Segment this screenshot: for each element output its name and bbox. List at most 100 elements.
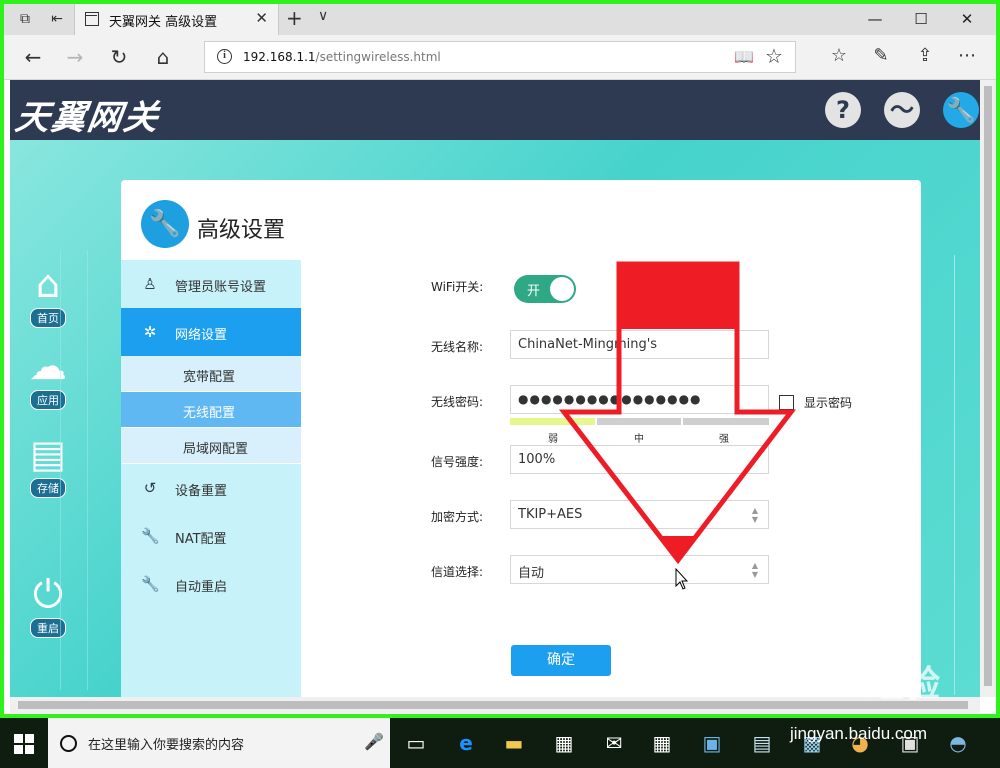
tab-actions-icon[interactable]: ⧉ — [16, 10, 34, 28]
strength-weak-segment — [510, 418, 595, 425]
watermark-logo: Baidu经验 — [768, 663, 941, 704]
taskbar-search[interactable]: 在这里输入你要搜索的内容 🎤 — [48, 718, 390, 768]
scrollbar-thumb[interactable] — [984, 86, 992, 686]
task-view-icon[interactable]: ▭ — [402, 730, 430, 756]
header-banner: 天翼网关 ? 〜 🔧 — [10, 80, 980, 140]
watermark-site: jingyan.baidu.com — [790, 724, 928, 743]
favorite-star-icon[interactable]: ☆ — [765, 44, 783, 68]
ssid-label: 无线名称: — [431, 340, 484, 354]
calculator-icon[interactable]: ▦ — [648, 730, 676, 756]
submenu-item-broadband[interactable]: 宽带配置 — [121, 356, 301, 392]
more-menu-icon[interactable]: ⋯ — [954, 45, 980, 71]
password-label: 无线密码: — [431, 395, 484, 409]
document-icon[interactable]: ▤ — [748, 730, 776, 756]
help-icon[interactable]: ? — [825, 92, 861, 128]
submenu-item-wireless[interactable]: 无线配置 — [121, 392, 301, 428]
strength-strong-segment — [683, 418, 769, 425]
strength-medium-segment — [597, 418, 681, 425]
menu-item-label: 设备重置 — [175, 484, 228, 499]
store-icon[interactable]: ▦ — [550, 730, 578, 756]
menu-item-label: 网络设置 — [175, 328, 228, 343]
ssid-input[interactable]: ChinaNet-Mingming's — [510, 330, 769, 359]
sidebar-item-storage[interactable]: ▤ 存储 — [20, 432, 76, 498]
divider — [954, 255, 955, 695]
wifi-toggle[interactable]: 开 — [514, 275, 576, 303]
sidebar-item-apps[interactable]: ☁ 应用 — [20, 344, 76, 410]
menu-item-network[interactable]: ✲ 网络设置 — [121, 308, 301, 356]
menu-item-nat[interactable]: 🔧 NAT配置 — [121, 512, 301, 560]
submenu-item-label: 局域网配置 — [183, 442, 249, 457]
file-explorer-icon[interactable]: ▬ — [500, 730, 528, 756]
signal-strength-label: 信号强度: — [431, 455, 484, 469]
new-tab-button[interactable]: + — [286, 6, 303, 30]
vertical-scrollbar[interactable] — [980, 80, 996, 697]
microphone-icon[interactable]: 🎤 — [364, 732, 384, 751]
select-arrows-icon: ▲ ▼ — [751, 506, 758, 524]
reading-view-icon[interactable]: 📖 — [733, 47, 755, 67]
remote-desktop-icon[interactable]: ▣ — [698, 730, 726, 756]
cortana-icon — [60, 735, 77, 752]
share-icon[interactable]: ⇪ — [912, 45, 938, 71]
close-window-button[interactable]: ✕ — [944, 8, 990, 32]
user-icon: ♙ — [143, 275, 157, 293]
menu-item-device-reset[interactable]: ↺ 设备重置 — [121, 464, 301, 512]
back-button[interactable]: ← — [20, 45, 46, 71]
encryption-select[interactable]: TKIP+AES ▲ ▼ — [510, 500, 769, 529]
submenu-item-lan[interactable]: 局域网配置 — [121, 428, 301, 464]
settings-wrench-icon[interactable]: 🔧 — [943, 92, 979, 128]
power-icon: ⏻ — [32, 572, 64, 616]
show-password-checkbox[interactable] — [779, 395, 794, 410]
select-arrows-icon: ▲ ▼ — [751, 561, 758, 579]
strength-label-weak: 弱 — [548, 434, 558, 445]
refresh-button[interactable]: ↻ — [106, 45, 132, 71]
edge-browser-icon[interactable]: e — [452, 730, 480, 756]
signal-strength-value: 100% — [518, 452, 556, 467]
url-text: 192.168.1.1/settingwireless.html — [243, 50, 441, 64]
maximize-button[interactable]: ☐ — [898, 8, 944, 32]
search-placeholder: 在这里输入你要搜索的内容 — [88, 738, 245, 753]
reset-icon: ↺ — [143, 479, 157, 497]
start-button[interactable] — [14, 734, 34, 754]
status-icon[interactable]: 〜 — [884, 92, 920, 128]
network-app-icon[interactable]: ◓ — [944, 730, 972, 756]
channel-value: 自动 — [518, 566, 545, 581]
close-tab-icon[interactable]: ✕ — [255, 9, 268, 27]
menu-item-admin-account[interactable]: ♙ 管理员账号设置 — [121, 260, 301, 308]
navigation-bar: ← → ↻ ⌂ i 192.168.1.1/settingwireless.ht… — [4, 35, 996, 80]
menu-item-label: 自动重启 — [175, 580, 228, 595]
browser-tab[interactable]: 天翼网关 高级设置 ✕ — [74, 4, 279, 35]
confirm-button[interactable]: 确定 — [511, 645, 611, 676]
mail-icon[interactable]: ✉ — [600, 730, 628, 756]
wrench-icon: 🔧 — [141, 200, 189, 248]
channel-select[interactable]: 自动 ▲ ▼ — [510, 555, 769, 584]
address-bar[interactable]: i 192.168.1.1/settingwireless.html 📖 ☆ — [204, 41, 796, 73]
encryption-label: 加密方式: — [431, 510, 484, 524]
tab-bar: ⧉ ⇤ 天翼网关 高级设置 ✕ + ∨ — ☐ ✕ — [4, 4, 996, 35]
signal-strength-select[interactable]: 100% — [510, 445, 769, 474]
tab-title: 天翼网关 高级设置 — [109, 15, 218, 30]
toggle-knob — [550, 277, 574, 301]
menu-item-auto-reboot[interactable]: 🔧 自动重启 — [121, 560, 301, 608]
minimize-button[interactable]: — — [852, 8, 898, 32]
sidebar-item-reboot[interactable]: ⏻ 重启 — [20, 572, 76, 638]
settings-panel: 🔧 高级设置 ♙ 管理员账号设置 ✲ 网络设置 宽带配置 无线配置 局域网配置 … — [121, 180, 921, 697]
pen-icon[interactable]: ✎ — [868, 45, 894, 71]
submenu-item-label: 宽带配置 — [183, 370, 236, 385]
page-viewport: 天翼网关 ? 〜 🔧 ⌂ 首页 ☁ 应用 ▤ 存储 ⏻ 重启 🔧 高级设置 ♙ … — [10, 80, 980, 697]
sidebar-item-home[interactable]: ⌂ 首页 — [20, 262, 76, 328]
wrench-icon: 🔧 — [141, 575, 160, 593]
home-button[interactable]: ⌂ — [150, 45, 176, 71]
forward-button[interactable]: → — [62, 45, 88, 71]
storage-box-icon: ▤ — [30, 432, 66, 476]
page-icon — [85, 12, 99, 26]
info-icon[interactable]: i — [217, 49, 232, 64]
divider — [87, 250, 88, 690]
menu-item-label: 管理员账号设置 — [175, 280, 267, 295]
chevron-down-icon[interactable]: ∨ — [318, 8, 328, 24]
settings-menu: ♙ 管理员账号设置 ✲ 网络设置 宽带配置 无线配置 局域网配置 ↺ 设备重置 … — [121, 260, 301, 697]
password-input[interactable]: ●●●●●●●●●●●●●●●● — [510, 385, 769, 414]
set-aside-tabs-icon[interactable]: ⇤ — [48, 10, 66, 28]
divider — [60, 250, 61, 690]
menu-item-label: NAT配置 — [175, 532, 227, 547]
favorites-hub-icon[interactable]: ☆ — [826, 45, 852, 71]
